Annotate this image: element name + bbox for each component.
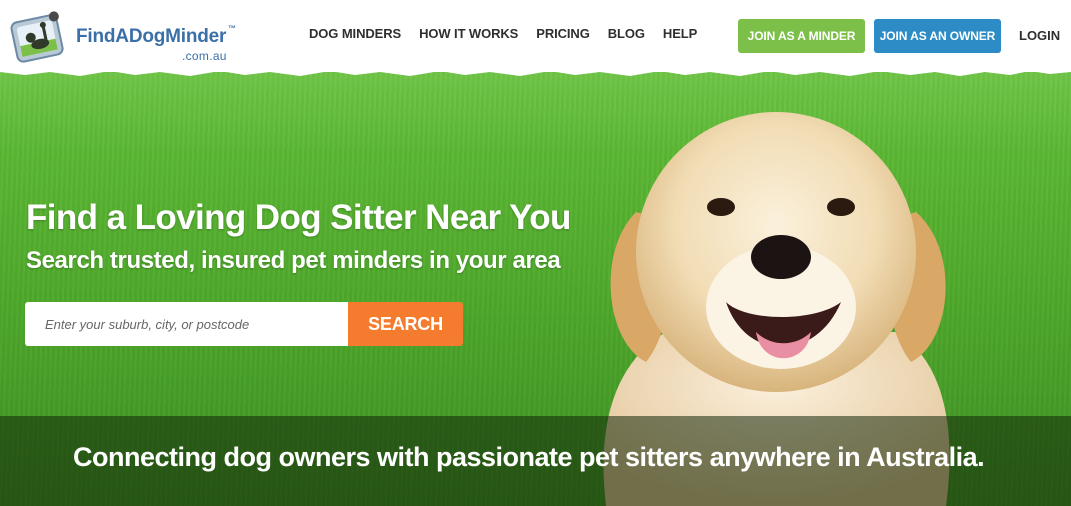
site-header: FindADogMinder ™ .com.au DOG MINDERS HOW… — [0, 0, 1071, 72]
hero-title: Find a Loving Dog Sitter Near You — [26, 198, 571, 237]
nav-item-pricing[interactable]: PRICING — [527, 26, 598, 41]
nav-item-blog[interactable]: BLOG — [599, 26, 654, 41]
nav-item-help[interactable]: HELP — [654, 26, 706, 41]
location-search-form: SEARCH — [25, 302, 463, 346]
site-logo[interactable]: FindADogMinder ™ .com.au — [6, 6, 246, 66]
logo-trademark: ™ — [228, 24, 236, 33]
tagline-banner: Connecting dog owners with passionate pe… — [0, 416, 1071, 506]
logo-domain: .com.au — [182, 49, 227, 63]
main-nav: DOG MINDERS HOW IT WORKS PRICING BLOG HE… — [300, 26, 706, 41]
join-as-owner-button[interactable]: JOIN AS AN OWNER — [874, 19, 1001, 53]
nav-item-how-it-works[interactable]: HOW IT WORKS — [410, 26, 527, 41]
page: FindADogMinder ™ .com.au DOG MINDERS HOW… — [0, 0, 1071, 506]
logo-wordmark: FindADogMinder — [76, 26, 227, 47]
login-link[interactable]: LOGIN — [1019, 28, 1060, 43]
dog-logo-icon — [10, 11, 64, 63]
nav-item-dog-minders[interactable]: DOG MINDERS — [300, 26, 410, 41]
search-button[interactable]: SEARCH — [348, 302, 463, 346]
join-as-minder-button[interactable]: JOIN AS A MINDER — [738, 19, 865, 53]
hero-section: Find a Loving Dog Sitter Near You Search… — [0, 64, 1071, 506]
tagline-text: Connecting dog owners with passionate pe… — [73, 442, 985, 472]
location-search-input[interactable] — [25, 302, 348, 346]
hero-subtitle: Search trusted, insured pet minders in y… — [26, 247, 561, 274]
